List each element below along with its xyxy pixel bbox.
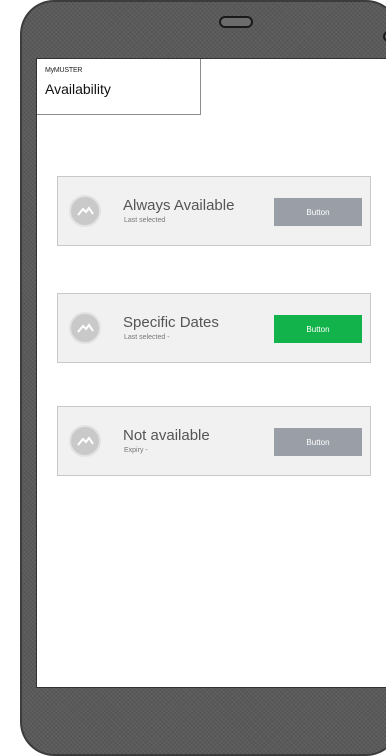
mountain-avatar-icon bbox=[69, 195, 101, 227]
option-subtitle: Last selected bbox=[124, 217, 166, 224]
option-card-always-available[interactable]: Always Available Last selected Button bbox=[57, 176, 371, 246]
app-name: MyMUSTER bbox=[45, 67, 83, 74]
mountain-avatar-icon bbox=[69, 425, 101, 457]
option-subtitle: Last selected - bbox=[124, 334, 170, 341]
option-subtitle: Expiry - bbox=[124, 447, 148, 454]
app-screen: MyMUSTER Availability Always Available L… bbox=[36, 58, 386, 688]
speaker-icon bbox=[219, 16, 253, 28]
specific-dates-button[interactable]: Button bbox=[274, 315, 362, 343]
option-card-not-available[interactable]: Not available Expiry - Button bbox=[57, 406, 371, 476]
option-title: Not available bbox=[123, 427, 210, 444]
always-available-button[interactable]: Button bbox=[274, 198, 362, 226]
option-title: Specific Dates bbox=[123, 314, 219, 331]
app-header: MyMUSTER Availability bbox=[37, 59, 201, 115]
not-available-button[interactable]: Button bbox=[274, 428, 362, 456]
option-title: Always Available bbox=[123, 197, 235, 214]
page-title: Availability bbox=[45, 81, 111, 97]
option-card-specific-dates[interactable]: Specific Dates Last selected - Button bbox=[57, 293, 371, 363]
mountain-avatar-icon bbox=[69, 312, 101, 344]
